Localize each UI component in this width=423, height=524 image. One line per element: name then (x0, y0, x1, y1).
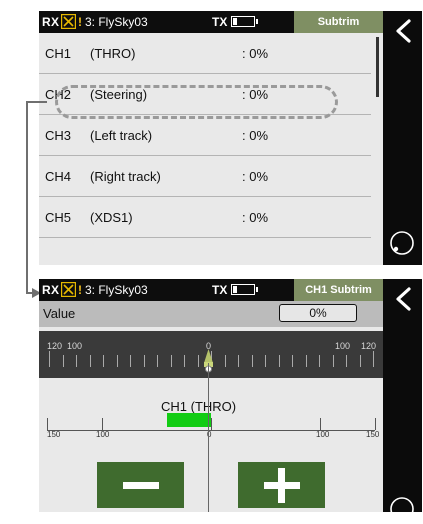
tx-battery-icon (231, 284, 258, 295)
ruler-tick (116, 355, 118, 367)
channel-row-ch5[interactable]: CH5 (XDS1) : 0% (39, 197, 371, 238)
page-title: Subtrim (294, 11, 383, 33)
ruler-tick (62, 355, 64, 367)
ruler-tick (89, 355, 91, 367)
channel-value: : 0% (242, 169, 269, 184)
subtrim-list-screen: RX ! 3: FlySky03 TX Subtrim CH1 (THRO) :… (39, 11, 422, 265)
ruler-tick (224, 355, 226, 367)
rx-disconnected-icon (61, 282, 76, 297)
ruler-tick (373, 351, 374, 367)
output-bar (167, 413, 211, 427)
status-bar: RX ! 3: FlySky03 TX Subtrim (39, 11, 383, 33)
axis-label-right-inner: 100 (316, 430, 330, 439)
ch2-highlight-outline (55, 85, 338, 119)
channel-row-ch1[interactable]: CH1 (THRO) : 0% (39, 33, 371, 74)
channel-value: : 0% (242, 128, 269, 143)
plus-icon (264, 468, 300, 503)
rx-label: RX (42, 15, 60, 29)
channel-value: : 0% (242, 210, 269, 225)
axis-label-right-outer: 150 (366, 430, 380, 439)
axis-label-left-inner: 100 (96, 430, 110, 439)
ruler-tick (238, 355, 239, 367)
channel-id: CH3 (45, 128, 72, 143)
ruler-label-left-inner: 100 (67, 341, 83, 351)
channel-id: CH4 (45, 169, 72, 184)
page-title: CH1 Subtrim (294, 279, 383, 301)
value-field[interactable]: 0% (279, 304, 357, 322)
ruler-tick (170, 355, 172, 367)
ruler-tick (143, 355, 145, 367)
channel-subtrim-screen: RX ! 3: FlySky03 TX CH1 Subtrim Value 0%… (39, 279, 422, 521)
rotate-icon[interactable] (387, 228, 417, 258)
axis-tick (47, 418, 48, 430)
ruler-tick (157, 355, 158, 367)
increase-button[interactable] (238, 462, 325, 508)
chevron-left-icon[interactable] (393, 19, 415, 43)
warning-icon: ! (78, 15, 82, 29)
channel-name: (Left track) (90, 128, 153, 143)
connector-line (26, 101, 28, 294)
channel-row-ch4[interactable]: CH4 (Right track) : 0% (39, 156, 371, 197)
ruler-tick (305, 355, 307, 367)
model-name: 3: FlySky03 (85, 15, 148, 29)
channel-value: : 0% (242, 46, 269, 61)
connector-line (26, 101, 47, 103)
ruler-tick (278, 355, 280, 367)
center-line (208, 363, 209, 512)
value-bar: Value 0% (39, 301, 383, 327)
axis-tick (375, 418, 376, 430)
chevron-left-icon[interactable] (393, 287, 415, 311)
rx-disconnected-icon (61, 14, 76, 29)
channel-id: CH5 (45, 210, 72, 225)
ruler-tick (103, 355, 104, 367)
minus-icon (123, 482, 159, 489)
channel-name: (THRO) (90, 46, 136, 61)
value-label: Value (43, 306, 76, 321)
channel-subtrim-panel: RX ! 3: FlySky03 TX CH1 Subtrim Value 0%… (39, 279, 383, 512)
ruler-label-right-inner: 100 (335, 341, 351, 351)
ruler-tick (197, 355, 199, 367)
ruler-tick (184, 355, 185, 367)
ruler-tick (359, 355, 361, 367)
model-name: 3: FlySky03 (85, 283, 148, 297)
ruler-tick (319, 355, 320, 367)
warning-icon: ! (78, 283, 82, 297)
tx-label: TX (212, 283, 228, 297)
ruler-label-right-outer: 120 (361, 341, 377, 351)
axis-label-left-outer: 150 (47, 430, 61, 439)
trim-ruler[interactable]: 120 100 0 100 120 (39, 331, 383, 378)
ruler-tick (130, 355, 131, 367)
ruler-tick (76, 355, 77, 367)
tx-label: TX (212, 15, 228, 29)
ruler-tick (292, 355, 293, 367)
ruler-tick (251, 355, 253, 367)
status-bar: RX ! 3: FlySky03 TX CH1 Subtrim (39, 279, 383, 301)
ruler-tick (49, 351, 50, 367)
axis-tick (101, 418, 103, 430)
channel-id: CH1 (45, 46, 72, 61)
ruler-tick (332, 355, 334, 367)
side-panel (383, 279, 422, 521)
channel-name: (XDS1) (90, 210, 133, 225)
ruler-label-left-outer: 120 (47, 341, 63, 351)
axis-tick (320, 418, 322, 430)
decrease-button[interactable] (97, 462, 184, 508)
axis-tick (211, 418, 212, 430)
subtrim-list-panel: RX ! 3: FlySky03 TX Subtrim CH1 (THRO) :… (39, 11, 383, 265)
ruler-tick (265, 355, 266, 367)
channel-row-ch3[interactable]: CH3 (Left track) : 0% (39, 115, 371, 156)
list-scrollbar[interactable] (376, 37, 379, 97)
tx-battery-icon (231, 16, 258, 27)
side-panel (383, 11, 422, 265)
channel-name: (Right track) (90, 169, 161, 184)
ruler-tick (346, 355, 347, 367)
rx-label: RX (42, 283, 60, 297)
rotate-icon[interactable] (387, 494, 417, 524)
